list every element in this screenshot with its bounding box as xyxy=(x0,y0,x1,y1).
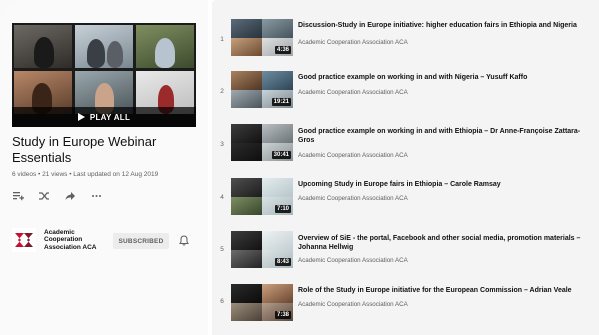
play-all-label: PLAY ALL xyxy=(89,112,131,122)
playlist-actions xyxy=(12,190,102,202)
video-title[interactable]: Upcoming Study in Europe fairs in Ethiop… xyxy=(298,180,598,189)
video-channel[interactable]: Academic Cooperation Association ACA xyxy=(298,301,408,308)
video-channel[interactable]: Academic Cooperation Association ACA xyxy=(298,89,408,96)
video-thumbnail[interactable]: 30:41 xyxy=(231,124,293,161)
playlist-video-list: 1 4:36 Discussion-Study in Europe initia… xyxy=(212,0,599,335)
video-index: 1 xyxy=(220,36,224,43)
play-all-button[interactable]: PLAY ALL xyxy=(12,107,196,127)
play-icon xyxy=(77,113,85,121)
video-index: 3 xyxy=(220,141,224,148)
bell-icon[interactable] xyxy=(179,235,189,246)
playlist-title: Study in Europe Webinar Essentials xyxy=(12,134,157,165)
playlist-stats: 6 videos • 21 views • Last updated on 12… xyxy=(12,171,159,178)
video-thumbnail[interactable]: 7:10 xyxy=(231,178,293,215)
video-duration: 30:41 xyxy=(271,151,291,159)
channel-name[interactable]: Academic Cooperation Association ACA xyxy=(44,229,106,252)
video-duration: 8:43 xyxy=(274,258,291,266)
video-channel[interactable]: Academic Cooperation Association ACA xyxy=(298,195,408,202)
shuffle-icon[interactable] xyxy=(38,190,50,202)
more-icon[interactable] xyxy=(90,190,102,202)
video-list-item[interactable]: 6 7:38 Role of the Study in Europe initi… xyxy=(212,279,599,329)
video-title[interactable]: Good practice example on working in and … xyxy=(298,127,583,145)
video-thumbnail[interactable]: 7:38 xyxy=(231,284,293,321)
video-channel[interactable]: Academic Cooperation Association ACA xyxy=(298,39,408,46)
video-list-item[interactable]: 3 30:41 Good practice example on working… xyxy=(212,118,599,168)
video-thumbnail[interactable]: 4:36 xyxy=(231,19,293,56)
video-duration: 4:36 xyxy=(274,46,291,54)
video-duration: 7:38 xyxy=(274,311,291,319)
share-icon[interactable] xyxy=(64,190,76,202)
video-channel[interactable]: Academic Cooperation Association ACA xyxy=(298,257,408,264)
video-index: 5 xyxy=(220,246,224,253)
channel-owner[interactable]: Academic Cooperation Association ACA xyxy=(12,228,106,252)
video-thumbnail[interactable]: 8:43 xyxy=(231,231,293,268)
video-duration: 7:10 xyxy=(274,205,291,213)
video-thumbnail[interactable]: 19:21 xyxy=(231,71,293,108)
add-to-queue-icon[interactable] xyxy=(12,190,24,202)
video-title[interactable]: Role of the Study in Europe initiative f… xyxy=(298,286,598,295)
video-channel[interactable]: Academic Cooperation Association ACA xyxy=(298,152,408,159)
video-title[interactable]: Discussion-Study in Europe initiative: h… xyxy=(298,21,598,30)
video-index: 2 xyxy=(220,88,224,95)
playlist-header-card: PLAY ALL Study in Europe Webinar Essenti… xyxy=(0,0,208,335)
video-index: 4 xyxy=(220,194,224,201)
subscribed-button[interactable]: SUBSCRIBED xyxy=(113,233,169,249)
playlist-sidebar: PLAY ALL Study in Europe Webinar Essenti… xyxy=(0,0,208,335)
video-list-item[interactable]: 2 19:21 Good practice example on working… xyxy=(212,64,599,114)
thumbnail-tile xyxy=(14,25,72,68)
video-list-item[interactable]: 5 8:43 Overview of SiE - the portal, Fac… xyxy=(212,225,599,275)
thumbnail-tile xyxy=(136,25,194,68)
thumbnail-tile xyxy=(75,25,133,68)
video-title[interactable]: Good practice example on working in and … xyxy=(298,73,598,82)
playlist-thumbnail[interactable]: PLAY ALL xyxy=(12,23,196,127)
video-list-item[interactable]: 4 7:10 Upcoming Study in Europe fairs in… xyxy=(212,172,599,222)
video-list-item[interactable]: 1 4:36 Discussion-Study in Europe initia… xyxy=(212,12,599,62)
video-title[interactable]: Overview of SiE - the portal, Facebook a… xyxy=(298,234,598,252)
video-duration: 19:21 xyxy=(271,98,291,106)
channel-logo[interactable] xyxy=(12,228,36,252)
video-index: 6 xyxy=(220,298,224,305)
